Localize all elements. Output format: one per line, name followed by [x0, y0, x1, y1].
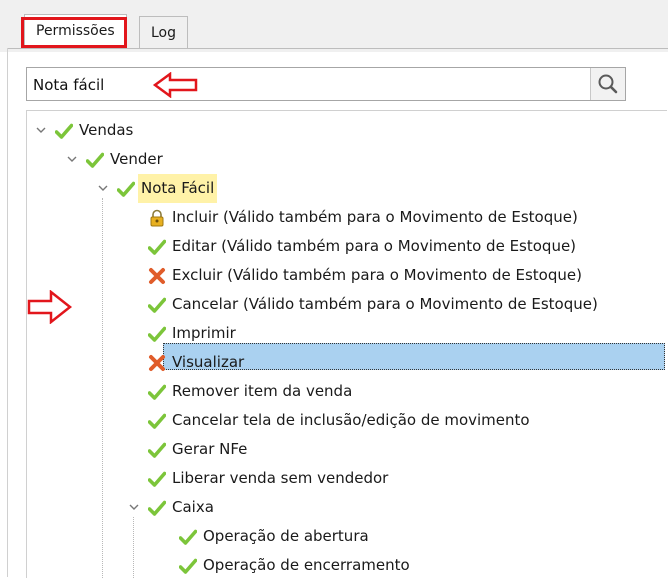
- tab-log[interactable]: Log: [139, 16, 189, 48]
- permissions-tree[interactable]: Vendas Vender Nota Fácil Incluir (Válido ta…: [26, 110, 667, 578]
- tree-item[interactable]: Remover item da venda: [120, 377, 667, 406]
- tree-item[interactable]: Gerar NFe: [120, 435, 667, 464]
- tree-item-label: Editar (Válido também para o Movimento d…: [172, 237, 577, 255]
- tree-item-label: Cancelar tela de inclusão/edição de movi…: [172, 411, 530, 429]
- tree-item-label: Gerar NFe: [172, 440, 248, 458]
- tree-item[interactable]: Liberar venda sem vendedor: [120, 464, 667, 493]
- tree-item[interactable]: Operação de encerramento: [151, 551, 667, 578]
- tree-item[interactable]: Vender: [58, 145, 667, 174]
- tree-item-label: Operação de abertura: [203, 527, 369, 545]
- tree-item-label: Vender: [110, 150, 163, 168]
- tree-guide-line: [102, 198, 103, 578]
- tree-item-label: Excluir (Válido também para o Movimento …: [172, 266, 582, 284]
- tab-permissoes[interactable]: Permissões: [24, 14, 127, 48]
- search-input[interactable]: [31, 68, 575, 102]
- tree-item[interactable]: Cancelar tela de inclusão/edição de movi…: [120, 406, 667, 435]
- tree-item-label: Vendas: [79, 121, 134, 139]
- tree-item[interactable]: Excluir (Válido também para o Movimento …: [120, 261, 667, 290]
- tree-item-label: Liberar venda sem vendedor: [172, 469, 389, 487]
- tree-item[interactable]: Editar (Válido também para o Movimento d…: [120, 232, 667, 261]
- panel-border: [7, 48, 668, 49]
- tree-item-label: Nota Fácil: [138, 174, 218, 203]
- tree-item-label: Incluir (Válido também para o Movimento …: [172, 208, 578, 226]
- tree-item-label: Imprimir: [172, 324, 236, 342]
- tree-item-label: Visualizar: [172, 353, 245, 371]
- tree-item[interactable]: Imprimir: [120, 319, 667, 348]
- tree-item[interactable]: Cancelar (Válido também para o Movimento…: [120, 290, 667, 319]
- tree-item[interactable]: Operação de abertura: [151, 522, 667, 551]
- tree-guide-line: [133, 517, 134, 578]
- tree-item[interactable]: Visualizar: [120, 348, 667, 377]
- tree-item-label: Cancelar (Válido também para o Movimento…: [172, 295, 598, 313]
- tree-item-label: Caixa: [172, 498, 214, 516]
- tree-item-label: Remover item da venda: [172, 382, 353, 400]
- annotation-arrow-left-icon: [152, 72, 198, 98]
- search-field: [26, 67, 626, 102]
- panel-border-left: [7, 48, 8, 577]
- tree-item[interactable]: Caixa: [120, 493, 667, 522]
- search-icon: [598, 74, 618, 94]
- tree-item-label: Operação de encerramento: [203, 556, 410, 574]
- search-button[interactable]: [590, 68, 625, 100]
- tree-item[interactable]: Nota Fácil: [89, 174, 667, 203]
- tree-item[interactable]: Vendas: [27, 116, 667, 145]
- tree-item[interactable]: Incluir (Válido também para o Movimento …: [120, 203, 667, 232]
